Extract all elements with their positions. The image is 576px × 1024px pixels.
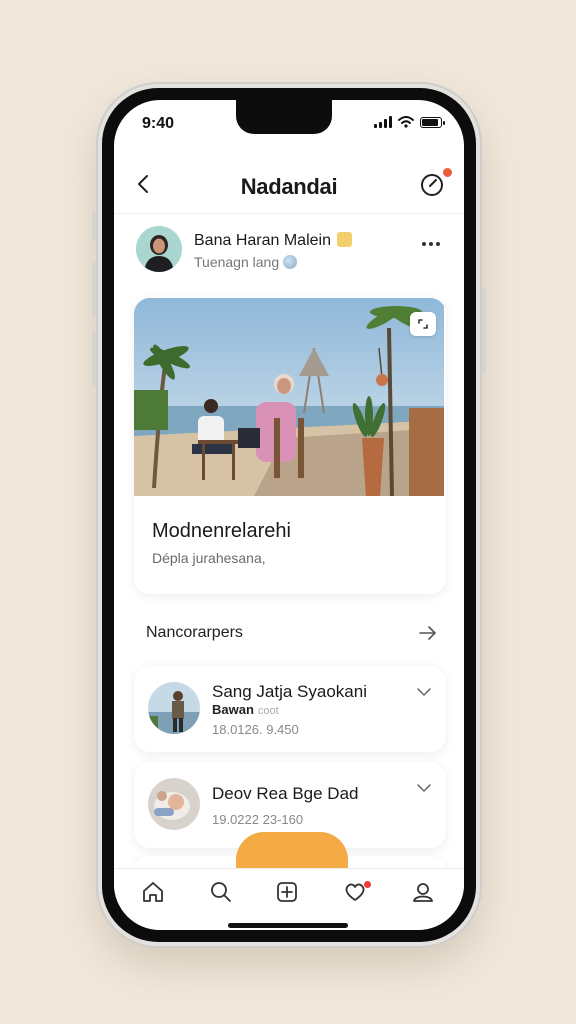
wifi-icon (398, 116, 414, 128)
home-icon[interactable] (140, 879, 166, 905)
signal-icon (374, 116, 392, 128)
feature-card[interactable]: Modnenrelarehi Dépla jurahesana, (134, 298, 446, 594)
chevron-down-icon[interactable] (416, 782, 432, 794)
emoji-badge-icon (336, 232, 352, 247)
notification-badge (364, 881, 371, 888)
notch (236, 100, 332, 134)
globe-icon (283, 255, 298, 269)
battery-icon (420, 116, 445, 128)
list-item-meta: 18.0126. 9.450 (212, 722, 299, 737)
feature-title: Modnenrelarehi (152, 520, 291, 542)
status-time: 9:40 (142, 115, 175, 132)
list-item-thumbnail (148, 682, 200, 734)
home-indicator (228, 923, 348, 928)
list-item-role-note: coot (257, 705, 279, 717)
section-header[interactable]: Nancorarpers (146, 620, 438, 648)
post-subtitle: Tuenagn lang (194, 254, 298, 270)
app-screen: 9:40 Nadandai Bana Haran Malein Tuenagn … (114, 100, 464, 930)
expand-icon (418, 319, 428, 329)
list-item-role: Bawan coot (212, 702, 279, 717)
photo-options-button[interactable] (410, 312, 436, 336)
notification-badge (441, 166, 454, 179)
chevron-down-icon[interactable] (416, 686, 432, 698)
top-navigation: Nadandai (114, 158, 464, 214)
list-item-role-text: Bawan (212, 702, 254, 717)
list-item-name: Deov Rea Bge Dad (212, 784, 359, 803)
list-item-name: Sang Jatja Syaokani (212, 682, 367, 701)
post-author-name[interactable]: Bana Haran Malein (194, 232, 331, 249)
post-author[interactable]: Bana Haran Malein (194, 232, 352, 250)
phone-frame: 9:40 Nadandai Bana Haran Malein Tuenagn … (92, 82, 486, 948)
more-dots-icon[interactable] (420, 240, 442, 248)
status-icons (374, 116, 445, 128)
power-button (482, 288, 486, 374)
list-item-thumbnail (148, 778, 200, 830)
feature-photo (134, 298, 444, 496)
page-title: Nadandai (240, 174, 338, 199)
arrow-right-icon[interactable] (418, 624, 438, 642)
section-label: Nancorarpers (146, 624, 243, 641)
volume-up-button (92, 262, 96, 318)
add-post-icon[interactable] (274, 879, 300, 905)
tab-bar (114, 868, 464, 930)
post-subtitle-text: Tuenagn lang (194, 254, 280, 270)
feature-description: Dépla jurahesana, (152, 550, 266, 566)
list-item-meta: 19.0222 23-160 (212, 812, 304, 827)
post-header: Bana Haran Malein Tuenagn lang (136, 226, 446, 276)
mute-switch (92, 210, 96, 240)
search-icon[interactable] (208, 879, 234, 905)
list-item[interactable]: Sang Jatja Syaokani Bawan coot 18.0126. 9… (134, 666, 446, 752)
phone-bezel: 9:40 Nadandai Bana Haran Malein Tuenagn … (102, 88, 476, 942)
avatar[interactable] (136, 226, 182, 272)
profile-icon[interactable] (410, 879, 436, 905)
volume-down-button (92, 330, 96, 386)
